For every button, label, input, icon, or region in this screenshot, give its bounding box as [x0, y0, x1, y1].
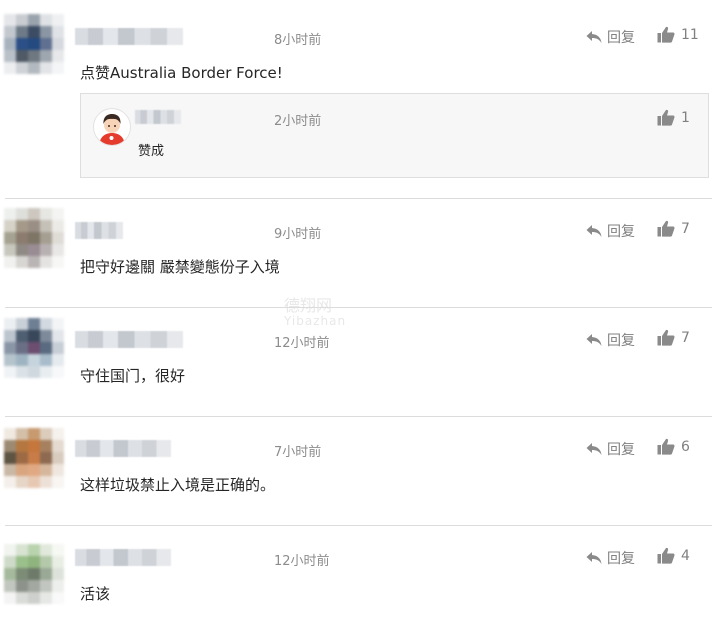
like-button[interactable]: 1	[657, 109, 690, 126]
username[interactable]	[75, 331, 183, 348]
divider	[5, 416, 712, 417]
divider	[5, 198, 712, 199]
username[interactable]	[75, 28, 183, 45]
reply-arrow-icon	[586, 552, 602, 564]
thumbs-up-icon	[657, 329, 675, 346]
thumbs-up-icon	[657, 438, 675, 455]
reply-button[interactable]: 回复	[586, 221, 635, 241]
reply-arrow-icon	[586, 31, 602, 43]
username[interactable]	[135, 110, 181, 124]
comment-text: 守住国门，很好	[80, 367, 186, 385]
divider	[5, 307, 712, 308]
thumbs-up-icon	[657, 220, 675, 237]
avatar[interactable]	[4, 544, 64, 604]
watermark: 德翔网 Yibazhan	[284, 296, 347, 328]
divider	[5, 525, 712, 526]
comment-time: 12小时前	[274, 554, 330, 569]
avatar[interactable]	[93, 108, 131, 146]
reply-text: 赞成	[138, 144, 165, 159]
reply-button[interactable]: 回复	[586, 330, 635, 350]
thumbs-up-icon	[657, 26, 675, 43]
like-button[interactable]: 11	[657, 26, 699, 43]
username[interactable]	[75, 222, 123, 239]
avatar[interactable]	[4, 208, 64, 268]
thumbs-up-icon	[657, 547, 675, 564]
comment-time: 7小时前	[274, 445, 322, 460]
comment-time: 8小时前	[274, 33, 322, 48]
nested-reply: 2小时前 1 赞成	[80, 93, 709, 178]
reply-arrow-icon	[586, 334, 602, 346]
avatar[interactable]	[4, 428, 64, 488]
username[interactable]	[75, 440, 171, 457]
like-button[interactable]: 7	[657, 220, 690, 237]
username[interactable]	[75, 549, 171, 566]
thumbs-up-icon	[657, 109, 675, 126]
reply-button[interactable]: 回复	[586, 27, 635, 47]
reply-time: 2小时前	[274, 114, 322, 129]
avatar[interactable]	[4, 14, 64, 74]
reply-button[interactable]: 回复	[586, 548, 635, 568]
comment-text: 点赞Australia Border Force!	[80, 64, 283, 82]
comment-text: 这样垃圾禁止入境是正确的。	[80, 476, 276, 494]
reply-arrow-icon	[586, 443, 602, 455]
reply-button[interactable]: 回复	[586, 439, 635, 459]
like-button[interactable]: 4	[657, 547, 690, 564]
comment-time: 9小时前	[274, 227, 322, 242]
like-button[interactable]: 7	[657, 329, 690, 346]
avatar[interactable]	[4, 318, 64, 378]
cartoon-avatar-icon	[99, 114, 125, 145]
comment-time: 12小时前	[274, 336, 330, 351]
reply-arrow-icon	[586, 225, 602, 237]
like-button[interactable]: 6	[657, 438, 690, 455]
comment-text: 把守好邊關 嚴禁變態份子入境	[80, 258, 280, 276]
comment-text: 活该	[80, 585, 111, 603]
